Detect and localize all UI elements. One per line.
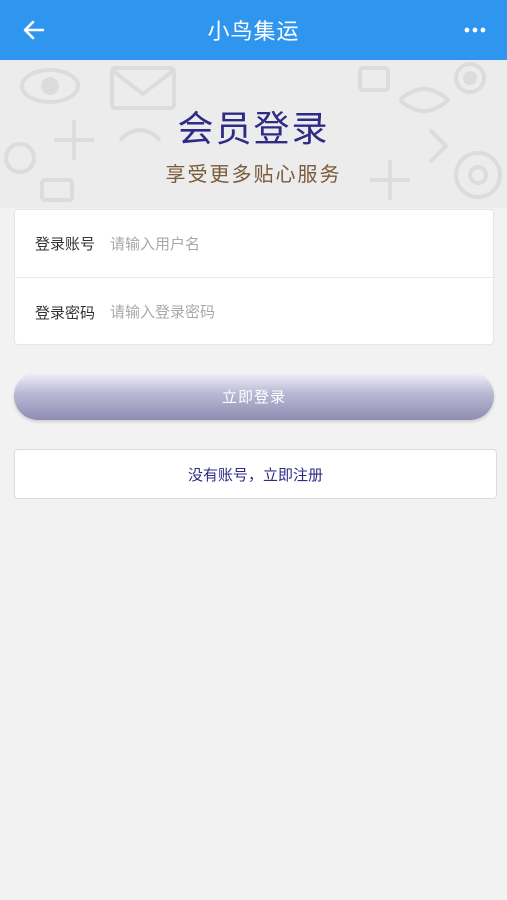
- back-button[interactable]: [18, 14, 50, 46]
- page-title: 小鸟集运: [207, 20, 300, 45]
- app-root: 小鸟集运 会员登录 享受更多贴心服务 登录账号 请输入用户名 登录密码 立即登录…: [0, 0, 507, 900]
- register-link-button[interactable]: 没有账号，立即注册: [14, 449, 497, 499]
- login-heading: 会员登录: [177, 109, 330, 150]
- password-label: 登录密码: [35, 303, 96, 322]
- password-row: 登录密码: [15, 278, 495, 346]
- login-form: 登录账号 登录密码: [14, 209, 495, 346]
- login-subheading: 享受更多贴心服务: [165, 162, 342, 186]
- top-navigation-bar: 小鸟集运: [0, 0, 507, 60]
- login-button-label: 立即登录: [221, 387, 286, 406]
- login-button[interactable]: 立即登录: [14, 372, 494, 420]
- account-label: 登录账号: [35, 235, 96, 253]
- hero-banner: 会员登录 享受更多贴心服务: [0, 60, 507, 208]
- more-button[interactable]: [459, 14, 491, 46]
- more-dots-icon: [464, 27, 486, 33]
- account-row: 登录账号: [15, 210, 495, 278]
- register-link-label: 没有账号，立即注册: [187, 465, 323, 484]
- password-input[interactable]: [110, 292, 495, 332]
- account-input[interactable]: [110, 223, 495, 264]
- arrow-left-icon: [23, 20, 45, 40]
